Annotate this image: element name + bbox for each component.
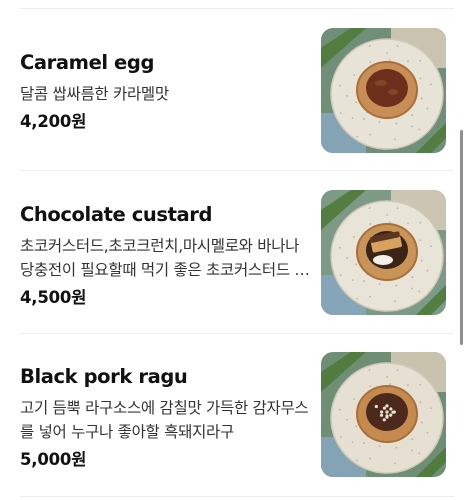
divider <box>20 170 454 171</box>
menu-item-description: 고기 듬뿍 라구소스에 감칠맛 가득한 감자무스를 넣어 누구나 좋아할 흑돼지… <box>20 399 309 441</box>
menu-item-description: 달콤 쌉싸름한 카라멜맛 <box>20 85 169 103</box>
menu-item-price: 5,000원 <box>20 450 87 469</box>
menu-list-screen: Caramel egg 달콤 쌉싸름한 카라멜맛 4,200원 Chocolat… <box>0 0 466 500</box>
divider <box>20 496 454 497</box>
menu-item-text: Caramel egg 달콤 쌉싸름한 카라멜맛 4,200원 <box>20 28 310 134</box>
menu-item-name: Black pork ragu <box>20 365 188 388</box>
divider <box>20 333 454 334</box>
menu-item-price: 4,500원 <box>20 288 87 307</box>
scrollbar[interactable] <box>460 130 463 345</box>
egg-tart-photo[interactable] <box>321 28 446 153</box>
ragu-tart-photo[interactable] <box>321 352 446 477</box>
menu-item-caramel-egg[interactable]: Caramel egg 달콤 쌉싸름한 카라멜맛 4,200원 <box>0 28 466 153</box>
menu-item-text: Black pork ragu 고기 듬뿍 라구소스에 감칠맛 가득한 감자무스… <box>20 352 310 472</box>
menu-item-name: Chocolate custard <box>20 203 213 226</box>
divider <box>20 8 454 9</box>
menu-item-price: 4,200원 <box>20 112 87 131</box>
menu-item-text: Chocolate custard 초코커스터드,초코크런치,마시멜로와 바나나… <box>20 190 310 310</box>
menu-item-black-pork-ragu[interactable]: Black pork ragu 고기 듬뿍 라구소스에 감칠맛 가득한 감자무스… <box>0 352 466 477</box>
menu-item-name: Caramel egg <box>20 51 155 74</box>
chocolate-tart-photo[interactable] <box>321 190 446 315</box>
menu-item-chocolate-custard[interactable]: Chocolate custard 초코커스터드,초코크런치,마시멜로와 바나나… <box>0 190 466 315</box>
menu-item-description: 초코커스터드,초코크런치,마시멜로와 바나나 당충전이 필요할때 먹기 좋은 초… <box>20 237 309 279</box>
